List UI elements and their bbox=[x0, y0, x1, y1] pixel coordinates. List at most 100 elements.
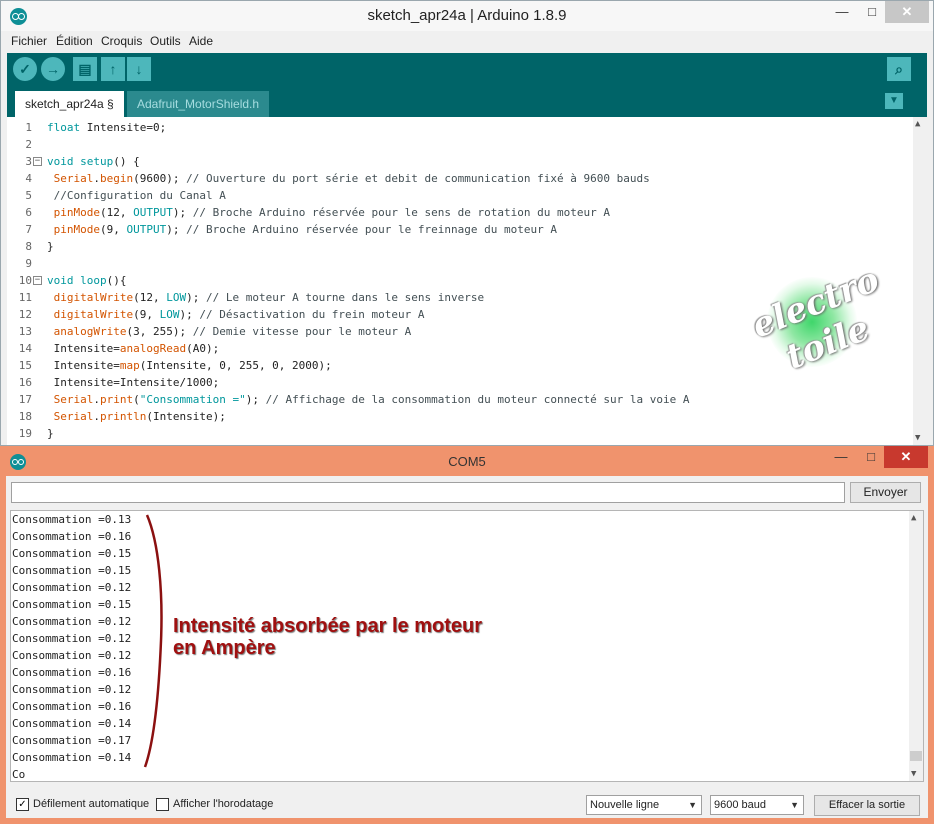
scroll-down-icon[interactable]: ▼ bbox=[911, 769, 916, 779]
arrow-right-icon: → bbox=[46, 61, 60, 77]
editor-scrollbar[interactable]: ▲ ▼ bbox=[913, 117, 927, 445]
line-ending-value: Nouvelle ligne bbox=[590, 799, 660, 811]
code-text: //Configuration du Canal A bbox=[53, 189, 226, 202]
send-input[interactable] bbox=[11, 482, 845, 503]
code-text: Intensite=analogRead(A0); bbox=[47, 342, 220, 355]
serial-titlebar: COM5 — □ ✕ bbox=[0, 446, 934, 476]
tab-sketch[interactable]: sketch_apr24a § bbox=[15, 91, 124, 117]
serial-title: COM5 bbox=[448, 454, 486, 469]
brace-annotation bbox=[143, 514, 163, 768]
new-button[interactable]: ▤ bbox=[73, 57, 97, 81]
minimize-button[interactable]: — bbox=[827, 1, 857, 23]
fold-icon[interactable]: − bbox=[33, 157, 42, 166]
serial-output[interactable]: Consommation =0.13 Consommation =0.16 Cons… bbox=[10, 510, 924, 782]
code-text: Serial.print("Consommation ="); // Affic… bbox=[53, 393, 690, 406]
chevron-down-icon: ▼ bbox=[688, 800, 697, 810]
line-number: 12 bbox=[18, 308, 32, 321]
serial-monitor-button[interactable]: ⌕ bbox=[887, 57, 911, 81]
code-text: } bbox=[47, 427, 54, 440]
line-number: 4 bbox=[25, 172, 32, 185]
menu-aide[interactable]: Aide bbox=[189, 34, 213, 48]
code-line: 7 pinMode(9, OUTPUT); // Broche Arduino … bbox=[7, 223, 907, 240]
timestamp-checkbox[interactable] bbox=[156, 798, 169, 811]
send-button[interactable]: Envoyer bbox=[850, 482, 921, 503]
code-text: pinMode(9, OUTPUT); // Broche Arduino ré… bbox=[53, 223, 557, 236]
menu-edition[interactable]: Édition bbox=[56, 34, 93, 48]
line-number: 13 bbox=[18, 325, 32, 338]
ide-window: sketch_apr24a | Arduino 1.8.9 — □ ✕ Fich… bbox=[0, 0, 934, 446]
tab-menu-button[interactable]: ▼ bbox=[885, 93, 903, 109]
output-scrollbar[interactable]: ▲ ▼ bbox=[909, 511, 923, 781]
tab-motorshield[interactable]: Adafruit_MotorShield.h bbox=[127, 91, 270, 117]
line-number: 9 bbox=[25, 257, 32, 270]
scroll-thumb[interactable] bbox=[910, 751, 922, 761]
save-button[interactable]: ↓ bbox=[127, 57, 151, 81]
line-ending-select[interactable]: Nouvelle ligne ▼ bbox=[586, 795, 702, 815]
tab-bar: sketch_apr24a § Adafruit_MotorShield.h ▼ bbox=[7, 85, 927, 117]
menu-fichier[interactable]: Fichier bbox=[11, 34, 47, 48]
code-line: 18 Serial.println(Intensite); bbox=[7, 410, 907, 427]
line-number: 8 bbox=[25, 240, 32, 253]
line-number: 11 bbox=[18, 291, 32, 304]
menu-outils[interactable]: Outils bbox=[150, 34, 181, 48]
code-line: 1 float Intensite=0; bbox=[7, 121, 907, 138]
output-line: Consommation =0.12 bbox=[12, 615, 132, 628]
line-number: 3 bbox=[25, 155, 32, 168]
ide-title: sketch_apr24a | Arduino 1.8.9 bbox=[367, 7, 567, 24]
magnifier-icon: ⌕ bbox=[895, 61, 903, 77]
chevron-down-icon: ▼ bbox=[889, 95, 899, 106]
output-line: Consommation =0.17 bbox=[12, 734, 132, 747]
line-number: 2 bbox=[25, 138, 32, 151]
output-line: Consommation =0.15 bbox=[12, 547, 132, 560]
scroll-up-icon[interactable]: ▲ bbox=[911, 513, 916, 523]
toolbar: ✓ → ▤ ↑ ↓ ⌕ bbox=[7, 53, 927, 85]
output-line: Consommation =0.16 bbox=[12, 700, 132, 713]
arrow-up-icon: ↑ bbox=[109, 61, 117, 77]
line-number: 14 bbox=[18, 342, 32, 355]
output-line: Consommation =0.12 bbox=[12, 649, 132, 662]
code-text: pinMode(12, OUTPUT); // Broche Arduino r… bbox=[53, 206, 610, 219]
code-text: Serial.begin(9600); // Ouverture du port… bbox=[53, 172, 650, 185]
output-line: Consommation =0.13 bbox=[12, 513, 132, 526]
output-line: Consommation =0.16 bbox=[12, 530, 132, 543]
upload-button[interactable]: → bbox=[41, 57, 65, 81]
line-number: 1 bbox=[25, 121, 32, 134]
maximize-button[interactable]: □ bbox=[857, 1, 887, 23]
scroll-up-icon[interactable]: ▲ bbox=[915, 119, 920, 129]
fold-icon[interactable]: − bbox=[33, 276, 42, 285]
line-number: 19 bbox=[18, 427, 32, 440]
serial-bottom-bar: ✓ Défilement automatique Afficher l'horo… bbox=[6, 786, 928, 818]
serial-monitor-window: COM5 — □ ✕ Envoyer Consommation =0.13 Con… bbox=[0, 446, 934, 824]
annotation-line: en Ampère bbox=[173, 637, 276, 659]
baud-select[interactable]: 9600 baud ▼ bbox=[710, 795, 804, 815]
code-text: float Intensite=0; bbox=[47, 121, 167, 134]
output-line: Consommation =0.16 bbox=[12, 666, 132, 679]
code-text: digitalWrite(9, LOW); // Désactivation d… bbox=[53, 308, 425, 321]
check-icon: ✓ bbox=[18, 799, 27, 810]
code-text: Intensite=Intensite/1000; bbox=[47, 376, 220, 389]
check-icon: ✓ bbox=[19, 61, 31, 77]
output-line: Consommation =0.12 bbox=[12, 683, 132, 696]
close-button[interactable]: ✕ bbox=[885, 1, 929, 23]
minimize-button[interactable]: — bbox=[826, 446, 856, 468]
open-button[interactable]: ↑ bbox=[101, 57, 125, 81]
output-line: Consommation =0.15 bbox=[12, 598, 132, 611]
maximize-button[interactable]: □ bbox=[856, 446, 886, 468]
line-number: 16 bbox=[18, 376, 32, 389]
line-number: 6 bbox=[25, 206, 32, 219]
scroll-down-icon[interactable]: ▼ bbox=[915, 433, 920, 443]
output-line: Consommation =0.14 bbox=[12, 717, 132, 730]
output-line: Co bbox=[12, 768, 26, 781]
clear-output-button[interactable]: Effacer la sortie bbox=[814, 795, 920, 816]
code-line: 5 //Configuration du Canal A bbox=[7, 189, 907, 206]
code-line: 19 } bbox=[7, 427, 907, 444]
line-number: 7 bbox=[25, 223, 32, 236]
code-line: 3 − void setup() { bbox=[7, 155, 907, 172]
autoscroll-checkbox[interactable]: ✓ bbox=[16, 798, 29, 811]
verify-button[interactable]: ✓ bbox=[13, 57, 37, 81]
menu-croquis[interactable]: Croquis bbox=[101, 34, 142, 48]
close-button[interactable]: ✕ bbox=[884, 446, 928, 468]
ide-titlebar: sketch_apr24a | Arduino 1.8.9 — □ ✕ bbox=[1, 1, 933, 31]
electrotoile-watermark: electro toile bbox=[745, 260, 884, 379]
line-number: 10 bbox=[18, 274, 32, 287]
